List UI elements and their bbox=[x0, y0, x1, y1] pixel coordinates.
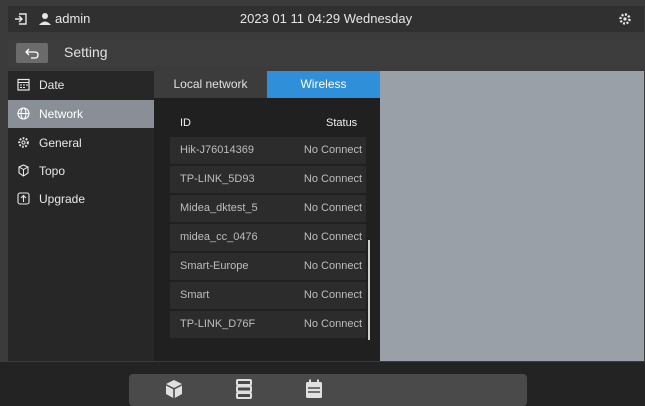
topology-icon bbox=[18, 164, 29, 177]
table-row[interactable]: midea_cc_0476 No Connect bbox=[170, 224, 366, 251]
sidebar-item-topo[interactable]: Topo bbox=[8, 157, 154, 185]
upgrade-icon bbox=[17, 192, 30, 205]
wifi-id: Midea_dktest_5 bbox=[180, 202, 258, 214]
wifi-id: Smart bbox=[180, 289, 210, 301]
sidebar-item-network[interactable]: Network bbox=[8, 100, 154, 128]
sidebar-item-upgrade[interactable]: Upgrade bbox=[8, 185, 154, 213]
setting-bar: Setting bbox=[8, 40, 644, 66]
dock bbox=[129, 374, 527, 406]
sidebar-item-label: General bbox=[39, 136, 82, 150]
table-row[interactable]: TP-LINK_5D93 No Connect bbox=[170, 166, 366, 193]
wifi-status: No Connect bbox=[303, 289, 362, 301]
gear-icon[interactable] bbox=[618, 12, 632, 26]
sidebar-item-date[interactable]: Date bbox=[8, 71, 154, 99]
calendar-icon[interactable] bbox=[303, 378, 325, 400]
wifi-status: No Connect bbox=[303, 173, 362, 185]
wifi-id: Hik-J76014369 bbox=[180, 144, 254, 156]
table-row[interactable]: Smart-Europe No Connect bbox=[170, 253, 366, 280]
date-time: 2023 01 11 04:29 Wednesday bbox=[239, 11, 413, 26]
table-row[interactable]: TP-LINK_D76F No Connect bbox=[170, 311, 366, 338]
sidebar: Date Network General Topo Upgrade bbox=[8, 71, 154, 361]
column-header-id: ID bbox=[180, 117, 191, 129]
detail-area bbox=[380, 71, 644, 361]
sidebar-item-label: Upgrade bbox=[39, 192, 86, 206]
sidebar-item-label: Date bbox=[39, 78, 65, 92]
page-title: Setting bbox=[64, 44, 108, 60]
gear-icon bbox=[18, 137, 29, 148]
back-arrow-icon bbox=[25, 48, 39, 59]
globe-icon bbox=[17, 107, 30, 120]
wifi-id: TP-LINK_5D93 bbox=[180, 173, 255, 185]
wifi-id: TP-LINK_D76F bbox=[180, 318, 256, 330]
calendar-icon bbox=[17, 78, 30, 91]
server-icon[interactable] bbox=[233, 378, 255, 400]
sidebar-item-label: Network bbox=[39, 107, 84, 121]
network-panel: Local network Wireless ID Status Hik-J76… bbox=[154, 71, 380, 361]
cube-icon[interactable] bbox=[163, 378, 185, 400]
wifi-status: No Connect bbox=[303, 144, 362, 156]
sidebar-item-general[interactable]: General bbox=[8, 129, 154, 157]
sidebar-item-label: Topo bbox=[39, 164, 66, 178]
back-button[interactable] bbox=[16, 43, 48, 63]
tab-local-network[interactable]: Local network bbox=[154, 71, 267, 98]
table-row[interactable]: Hik-J76014369 No Connect bbox=[170, 137, 366, 164]
wifi-status: No Connect bbox=[303, 260, 362, 272]
wifi-status: No Connect bbox=[303, 318, 362, 330]
wifi-status: No Connect bbox=[303, 202, 362, 214]
table-row[interactable]: Midea_dktest_5 No Connect bbox=[170, 195, 366, 222]
wifi-id: Smart-Europe bbox=[180, 260, 249, 272]
table-row[interactable]: Smart No Connect bbox=[170, 282, 366, 309]
tab-wireless[interactable]: Wireless bbox=[267, 71, 380, 98]
column-header-status: Status bbox=[326, 117, 358, 129]
top-bar: admin 2023 01 11 04:29 Wednesday bbox=[8, 6, 644, 32]
wifi-status: No Connect bbox=[303, 231, 362, 243]
scrollbar[interactable] bbox=[368, 240, 370, 340]
screen: admin 2023 01 11 04:29 Wednesday Setting… bbox=[0, 0, 645, 406]
wifi-id: midea_cc_0476 bbox=[180, 231, 258, 243]
